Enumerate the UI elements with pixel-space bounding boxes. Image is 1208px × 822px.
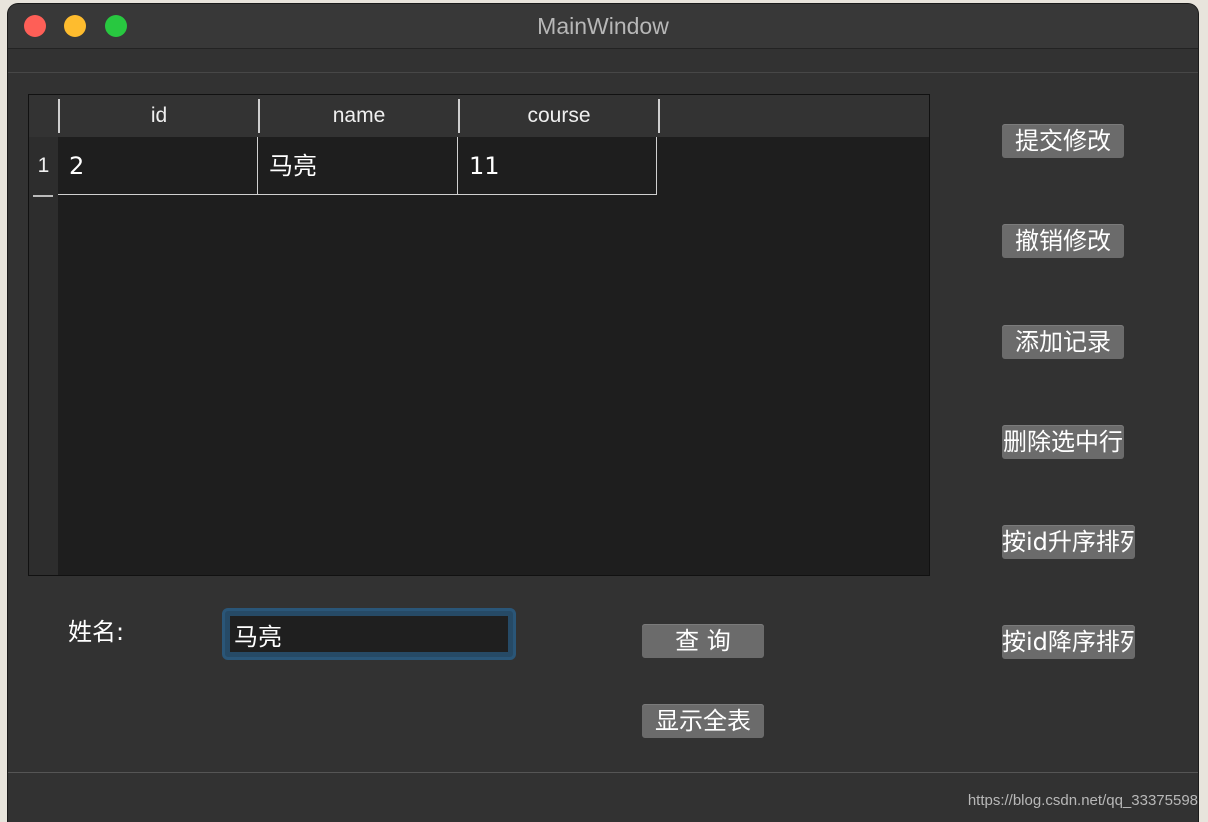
revert-changes-button[interactable]: 撤销修改	[1002, 224, 1124, 258]
add-record-button[interactable]: 添加记录	[1002, 325, 1124, 359]
table-header: id name course	[29, 95, 929, 137]
table-cell-course[interactable]: 11	[458, 137, 657, 195]
title-bar[interactable]: MainWindow	[8, 4, 1198, 49]
main-window: MainWindow id name course 1 2 马亮 11 提交修改…	[8, 4, 1198, 822]
row-divider	[33, 195, 53, 197]
row-header: 1	[29, 137, 58, 575]
menubar-divider	[8, 72, 1198, 73]
sort-id-ascending-button[interactable]: 按id升序排列	[1002, 525, 1135, 559]
name-input[interactable]	[230, 616, 508, 652]
name-label: 姓名:	[68, 618, 125, 646]
submit-changes-button[interactable]: 提交修改	[1002, 124, 1124, 158]
column-header-name[interactable]: name	[258, 99, 458, 133]
table-cell-id[interactable]: 2	[58, 137, 258, 195]
table-view[interactable]: id name course 1 2 马亮 11	[28, 94, 930, 576]
table-cell-name[interactable]: 马亮	[258, 137, 458, 195]
sort-id-descending-button[interactable]: 按id降序排列	[1002, 625, 1135, 659]
query-button[interactable]: 查 询	[642, 624, 764, 658]
column-header-id[interactable]: id	[58, 99, 258, 133]
name-input-focus-ring	[222, 608, 516, 660]
delete-selected-row-button[interactable]: 删除选中行	[1002, 425, 1124, 459]
window-title: MainWindow	[537, 13, 669, 39]
row-number[interactable]: 1	[29, 137, 58, 195]
status-bar-divider	[8, 772, 1198, 773]
watermark: https://blog.csdn.net/qq_33375598	[967, 792, 1198, 809]
column-header-course[interactable]: course	[458, 99, 660, 133]
show-all-button[interactable]: 显示全表	[642, 704, 764, 738]
table-corner-button[interactable]	[29, 95, 58, 137]
